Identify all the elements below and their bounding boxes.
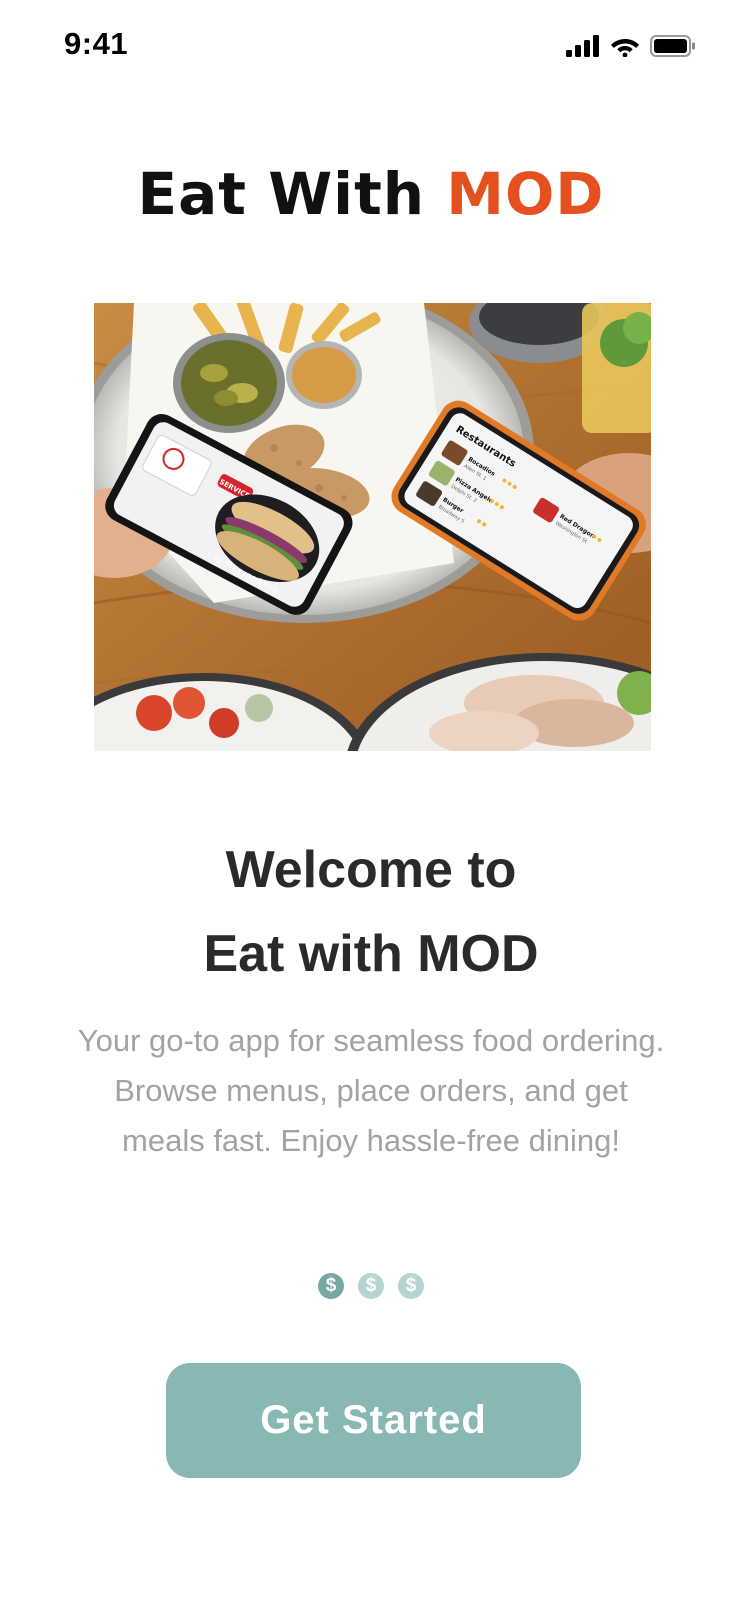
status-bar: 9:41 bbox=[0, 0, 742, 92]
wifi-icon bbox=[611, 39, 639, 57]
food-ordering-photo: SERVICE Live the experience Restaurants … bbox=[94, 303, 651, 751]
hero-image: SERVICE Live the experience Restaurants … bbox=[94, 303, 651, 751]
welcome-description: Your go-to app for seamless food orderin… bbox=[77, 1023, 665, 1158]
brand-logo: Eat With MOD bbox=[0, 160, 742, 228]
status-icons bbox=[566, 32, 696, 60]
welcome-title-line2: Eat with MOD bbox=[203, 925, 539, 983]
onboarding-pagination: $ $ $ bbox=[0, 1273, 742, 1299]
pagination-dot[interactable]: $ bbox=[358, 1273, 384, 1299]
brand-prefix: Eat With bbox=[137, 160, 447, 228]
status-time: 9:41 bbox=[64, 26, 129, 61]
brand-highlight: MOD bbox=[446, 160, 605, 228]
cellular-signal-icon bbox=[566, 35, 599, 57]
pagination-dot[interactable]: $ bbox=[318, 1273, 344, 1299]
welcome-title-line1: Welcome to bbox=[225, 841, 517, 899]
battery-icon bbox=[650, 35, 695, 57]
get-started-button[interactable]: Get Started bbox=[166, 1363, 581, 1478]
pagination-dot[interactable]: $ bbox=[398, 1273, 424, 1299]
